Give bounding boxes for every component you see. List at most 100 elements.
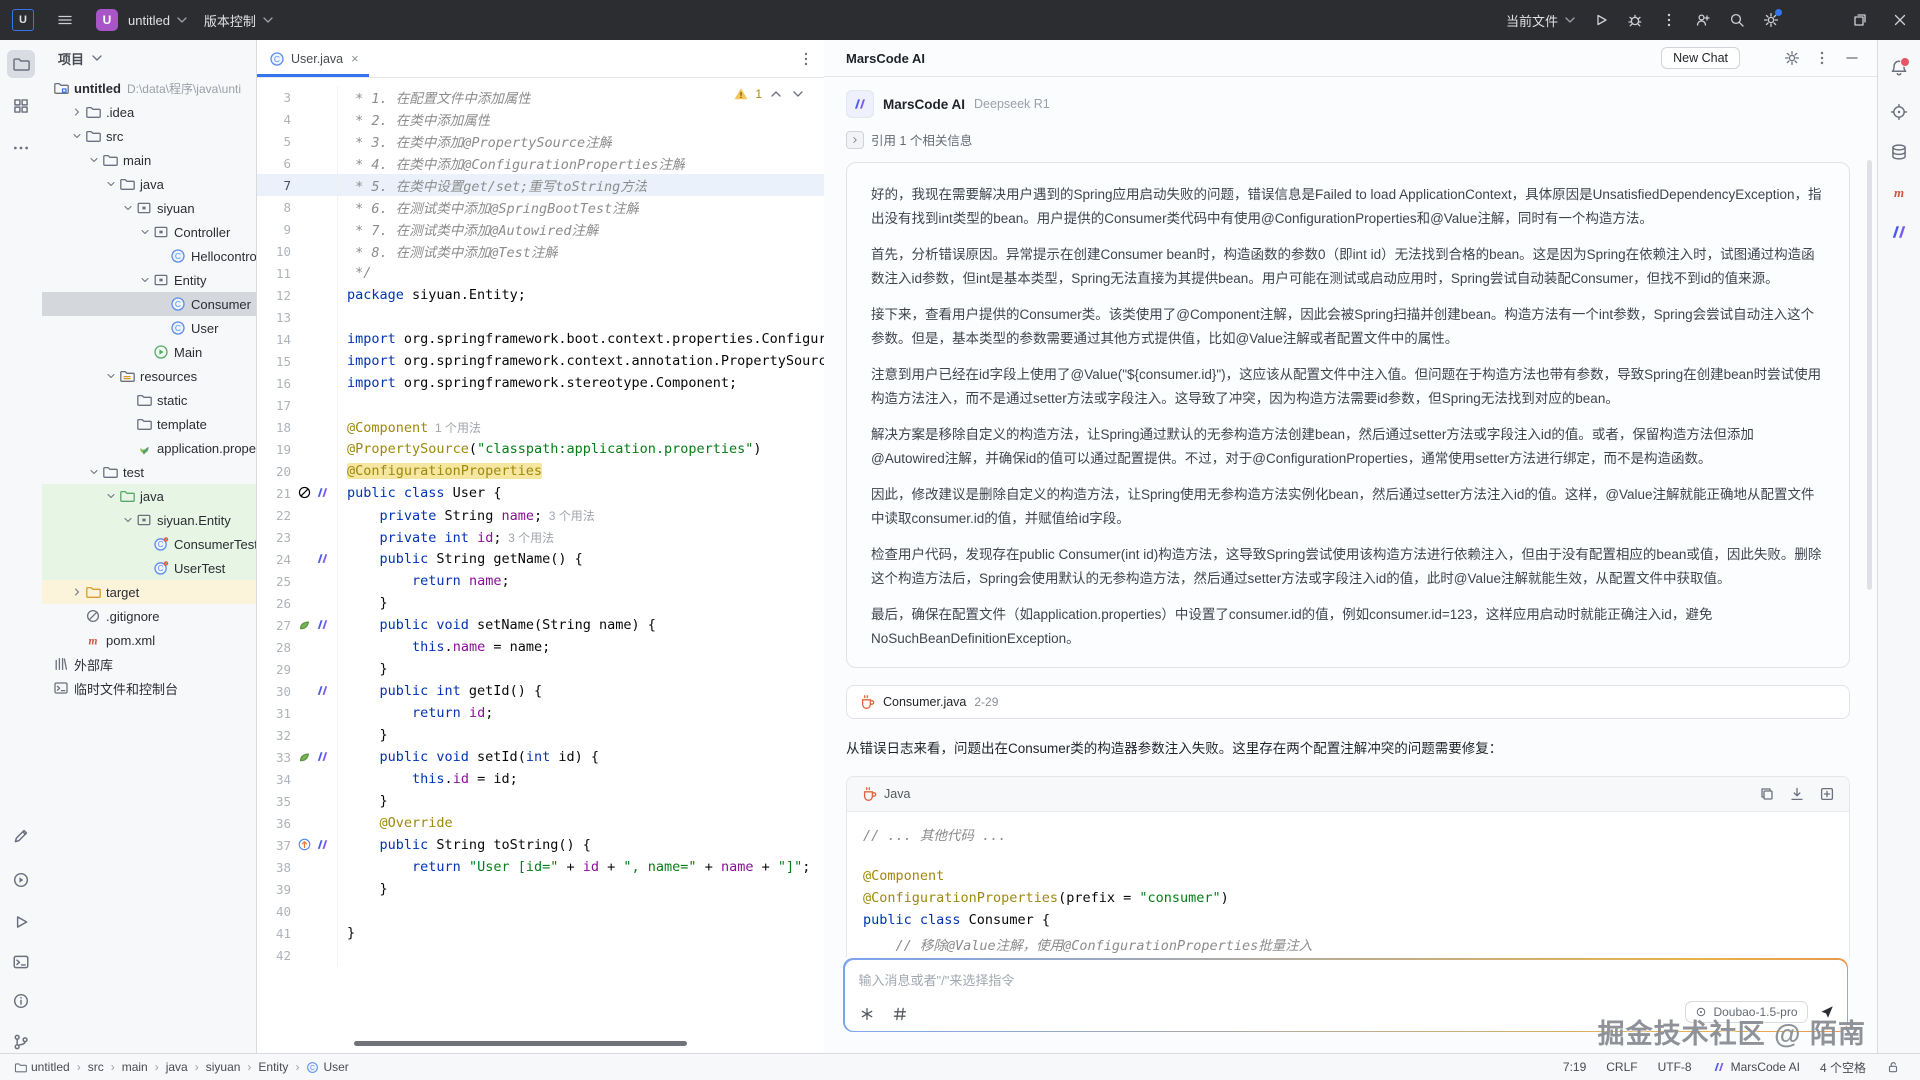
tree-item-untitled[interactable]: untitledD:\data\程序\java\unti: [42, 76, 256, 100]
tree-chevron-icon[interactable]: [103, 489, 118, 504]
gear-icon[interactable]: [1784, 50, 1800, 66]
tree-item-static[interactable]: static: [42, 388, 256, 412]
file-reference-chip[interactable]: Consumer.java 2-29: [846, 685, 1850, 719]
vcs-menu[interactable]: 版本控制: [204, 11, 276, 30]
people-icon[interactable]: [1754, 50, 1770, 66]
toolbar-marscode-icon[interactable]: [1885, 218, 1913, 246]
ban-icon[interactable]: [297, 485, 313, 501]
status-4-[interactable]: 4 个空格: [1820, 1059, 1866, 1076]
tree-item--[interactable]: 外部库: [42, 652, 256, 676]
toolbar-branch-icon[interactable]: [7, 1028, 35, 1056]
toolbar-folder-icon[interactable]: [7, 50, 35, 78]
status-marscode-ai[interactable]: MarsCode AI: [1712, 1060, 1800, 1074]
tree-chevron-icon[interactable]: [86, 465, 101, 480]
titlebar-play-button[interactable]: [1584, 3, 1618, 37]
breadcrumb-java[interactable]: java: [166, 1060, 188, 1074]
leaf-icon[interactable]: [297, 617, 313, 633]
toolbar-bell-icon[interactable]: [1885, 56, 1913, 84]
tree-item-consumertest[interactable]: CConsumerTest: [42, 532, 256, 556]
override-icon[interactable]: [297, 837, 313, 853]
titlebar-gear-button[interactable]: [1754, 3, 1788, 37]
tree-chevron-icon[interactable]: [69, 585, 84, 600]
titlebar-bug-button[interactable]: [1618, 3, 1652, 37]
tree-item-entity[interactable]: Entity: [42, 268, 256, 292]
toolbar-play2-icon[interactable]: [7, 908, 35, 936]
copy-icon[interactable]: [1759, 786, 1775, 802]
marscode-gutter-icon[interactable]: [315, 837, 331, 853]
marscode-gutter-icon[interactable]: [315, 551, 331, 567]
tree-item--idea[interactable]: .idea: [42, 100, 256, 124]
tree-chevron-icon[interactable]: [137, 225, 152, 240]
tree-chevron-icon[interactable]: [69, 105, 84, 120]
horizontal-scrollbar[interactable]: [354, 1041, 687, 1046]
tree-chevron-icon[interactable]: [69, 129, 84, 144]
project-widget[interactable]: U untitled: [96, 9, 190, 31]
tree-chevron-icon[interactable]: [103, 369, 118, 384]
tree-chevron-icon[interactable]: [103, 177, 118, 192]
tree-item-pom-xml[interactable]: mpom.xml: [42, 628, 256, 652]
toolbar-more-icon[interactable]: [7, 134, 35, 162]
tree-item-hellocontroller[interactable]: CHellocontroller: [42, 244, 256, 268]
kebab-icon[interactable]: [1814, 50, 1830, 66]
tree-item-siyuan-entity[interactable]: siyuan.Entity: [42, 508, 256, 532]
marscode-gutter-icon[interactable]: [315, 485, 331, 501]
tree-item-consumer[interactable]: CConsumer: [42, 292, 256, 316]
breadcrumb-entity[interactable]: Entity: [258, 1060, 288, 1074]
status-utf-8[interactable]: UTF-8: [1658, 1060, 1692, 1074]
titlebar-user-plus-button[interactable]: [1686, 3, 1720, 37]
tree-item-user[interactable]: CUser: [42, 316, 256, 340]
window-restore-button[interactable]: [1840, 0, 1880, 40]
tree-chevron-icon[interactable]: [120, 513, 135, 528]
toolbar-locator-icon[interactable]: [1885, 98, 1913, 126]
tree-chevron-icon[interactable]: [86, 153, 101, 168]
tree-chevron-icon[interactable]: [120, 201, 135, 216]
tree-chevron-icon[interactable]: [137, 273, 152, 288]
tree-item-usertest[interactable]: CUserTest: [42, 556, 256, 580]
context-hash-icon[interactable]: [892, 1006, 908, 1022]
commands-icon[interactable]: [859, 1006, 875, 1022]
breadcrumb-main[interactable]: main: [122, 1060, 148, 1074]
leaf-icon[interactable]: [297, 749, 313, 765]
breadcrumb-untitled[interactable]: untitled: [14, 1060, 70, 1074]
tree-item-siyuan[interactable]: siyuan: [42, 196, 256, 220]
tree-item--gitignore[interactable]: .gitignore: [42, 604, 256, 628]
titlebar-kebab-button[interactable]: [1652, 3, 1686, 37]
breadcrumb-src[interactable]: src: [88, 1060, 104, 1074]
tree-item-application-properties[interactable]: application.properties: [42, 436, 256, 460]
main-menu-button[interactable]: [48, 3, 82, 37]
marscode-gutter-icon[interactable]: [315, 683, 331, 699]
toolbar-database-icon[interactable]: [1885, 138, 1913, 166]
toolbar-structure-icon[interactable]: [7, 92, 35, 120]
code-editor[interactable]: 3 * 1. 在配置文件中添加属性4 * 2. 在类中添加属性5 * 3. 在类…: [257, 78, 824, 966]
toolbar-pencil-icon[interactable]: [7, 822, 35, 850]
insert-icon[interactable]: [1789, 786, 1805, 802]
tree-item-java[interactable]: java: [42, 172, 256, 196]
tree-item-template[interactable]: template: [42, 412, 256, 436]
marscode-gutter-icon[interactable]: [315, 617, 331, 633]
reference-toggle[interactable]: 引用 1 个相关信息: [846, 130, 1850, 149]
kebab-icon[interactable]: [798, 51, 814, 67]
tree-item-target[interactable]: target: [42, 580, 256, 604]
breadcrumb-user[interactable]: CUser: [306, 1060, 348, 1074]
tree-item-test[interactable]: test: [42, 460, 256, 484]
tree-item-main[interactable]: Main: [42, 340, 256, 364]
run-config-selector[interactable]: 当前文件: [1506, 11, 1578, 30]
tree-item-src[interactable]: src: [42, 124, 256, 148]
titlebar-search-button[interactable]: [1720, 3, 1754, 37]
marscode-gutter-icon[interactable]: [315, 749, 331, 765]
toolbar-info-icon[interactable]: [7, 987, 35, 1015]
tree-item-resources[interactable]: resources: [42, 364, 256, 388]
minimize-icon[interactable]: [1844, 50, 1860, 66]
unlock-icon[interactable]: [1886, 1060, 1900, 1074]
tree-item-main[interactable]: main: [42, 148, 256, 172]
chat-scrollbar[interactable]: [1867, 160, 1872, 590]
toolbar-run-circle-icon[interactable]: [7, 866, 35, 894]
tree-item-controller[interactable]: Controller: [42, 220, 256, 244]
tab-user-java[interactable]: C User.java ×: [257, 40, 369, 77]
status-crlf[interactable]: CRLF: [1606, 1060, 1637, 1074]
close-icon[interactable]: ×: [351, 51, 359, 66]
new-file-icon[interactable]: [1819, 786, 1835, 802]
breadcrumb-siyuan[interactable]: siyuan: [206, 1060, 241, 1074]
window-close-button[interactable]: [1880, 0, 1920, 40]
tree-item-java[interactable]: java: [42, 484, 256, 508]
